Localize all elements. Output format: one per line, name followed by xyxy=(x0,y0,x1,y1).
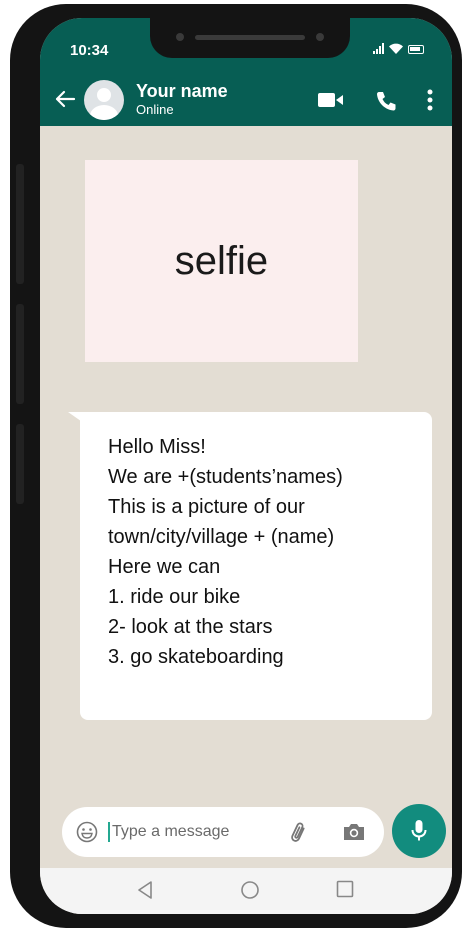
message-composer xyxy=(62,807,384,857)
camera-icon[interactable] xyxy=(342,822,366,842)
nav-recents-icon[interactable] xyxy=(336,880,354,898)
text-message-bubble[interactable]: Hello Miss! We are +(students’names) Thi… xyxy=(80,412,432,720)
status-icons xyxy=(373,43,424,54)
avatar[interactable] xyxy=(84,80,124,120)
signal-icon xyxy=(373,43,384,54)
message-line: Hello Miss! xyxy=(108,436,206,458)
phone-call-icon[interactable] xyxy=(375,90,397,112)
side-button xyxy=(16,164,24,284)
more-options-icon[interactable] xyxy=(427,89,433,111)
message-line: town/city/village + (name) xyxy=(108,526,335,548)
contact-status: Online xyxy=(136,102,174,117)
back-arrow-icon[interactable] xyxy=(54,88,76,110)
phone-frame: 10:34 Your name Online selfie Hello Miss… xyxy=(10,4,462,928)
message-line: We are +(students’names) xyxy=(108,466,343,488)
status-time: 10:34 xyxy=(70,42,109,59)
camera-dot xyxy=(316,33,324,41)
mic-button[interactable] xyxy=(392,804,446,858)
attach-icon[interactable] xyxy=(288,821,312,845)
text-caret xyxy=(108,822,110,842)
phone-screen: 10:34 Your name Online selfie Hello Miss… xyxy=(40,18,452,914)
image-message[interactable]: selfie xyxy=(85,160,358,362)
nav-home-icon[interactable] xyxy=(240,880,260,900)
message-line: Here we can xyxy=(108,556,221,578)
contact-name[interactable]: Your name xyxy=(136,81,228,102)
message-input[interactable] xyxy=(112,817,252,847)
android-nav-bar xyxy=(40,868,452,914)
nav-back-icon[interactable] xyxy=(136,880,154,900)
mic-icon xyxy=(411,820,427,841)
message-text: Hello Miss! We are +(students’names) Thi… xyxy=(108,432,422,672)
message-line: 2- look at the stars xyxy=(108,616,273,638)
video-call-icon[interactable] xyxy=(318,92,344,108)
emoji-icon[interactable] xyxy=(76,821,98,843)
notch xyxy=(150,18,350,58)
speaker xyxy=(195,35,305,40)
battery-icon xyxy=(408,45,424,54)
message-line: 1. ride our bike xyxy=(108,586,241,608)
side-button xyxy=(16,304,24,404)
sensor-dot xyxy=(176,33,184,41)
chat-header: 10:34 Your name Online xyxy=(40,18,452,126)
message-line: 3. go skateboarding xyxy=(108,646,284,668)
image-placeholder-label: selfie xyxy=(174,238,269,283)
side-button xyxy=(16,424,24,504)
wifi-icon xyxy=(389,43,403,54)
message-line: This is a picture of our xyxy=(108,496,305,518)
